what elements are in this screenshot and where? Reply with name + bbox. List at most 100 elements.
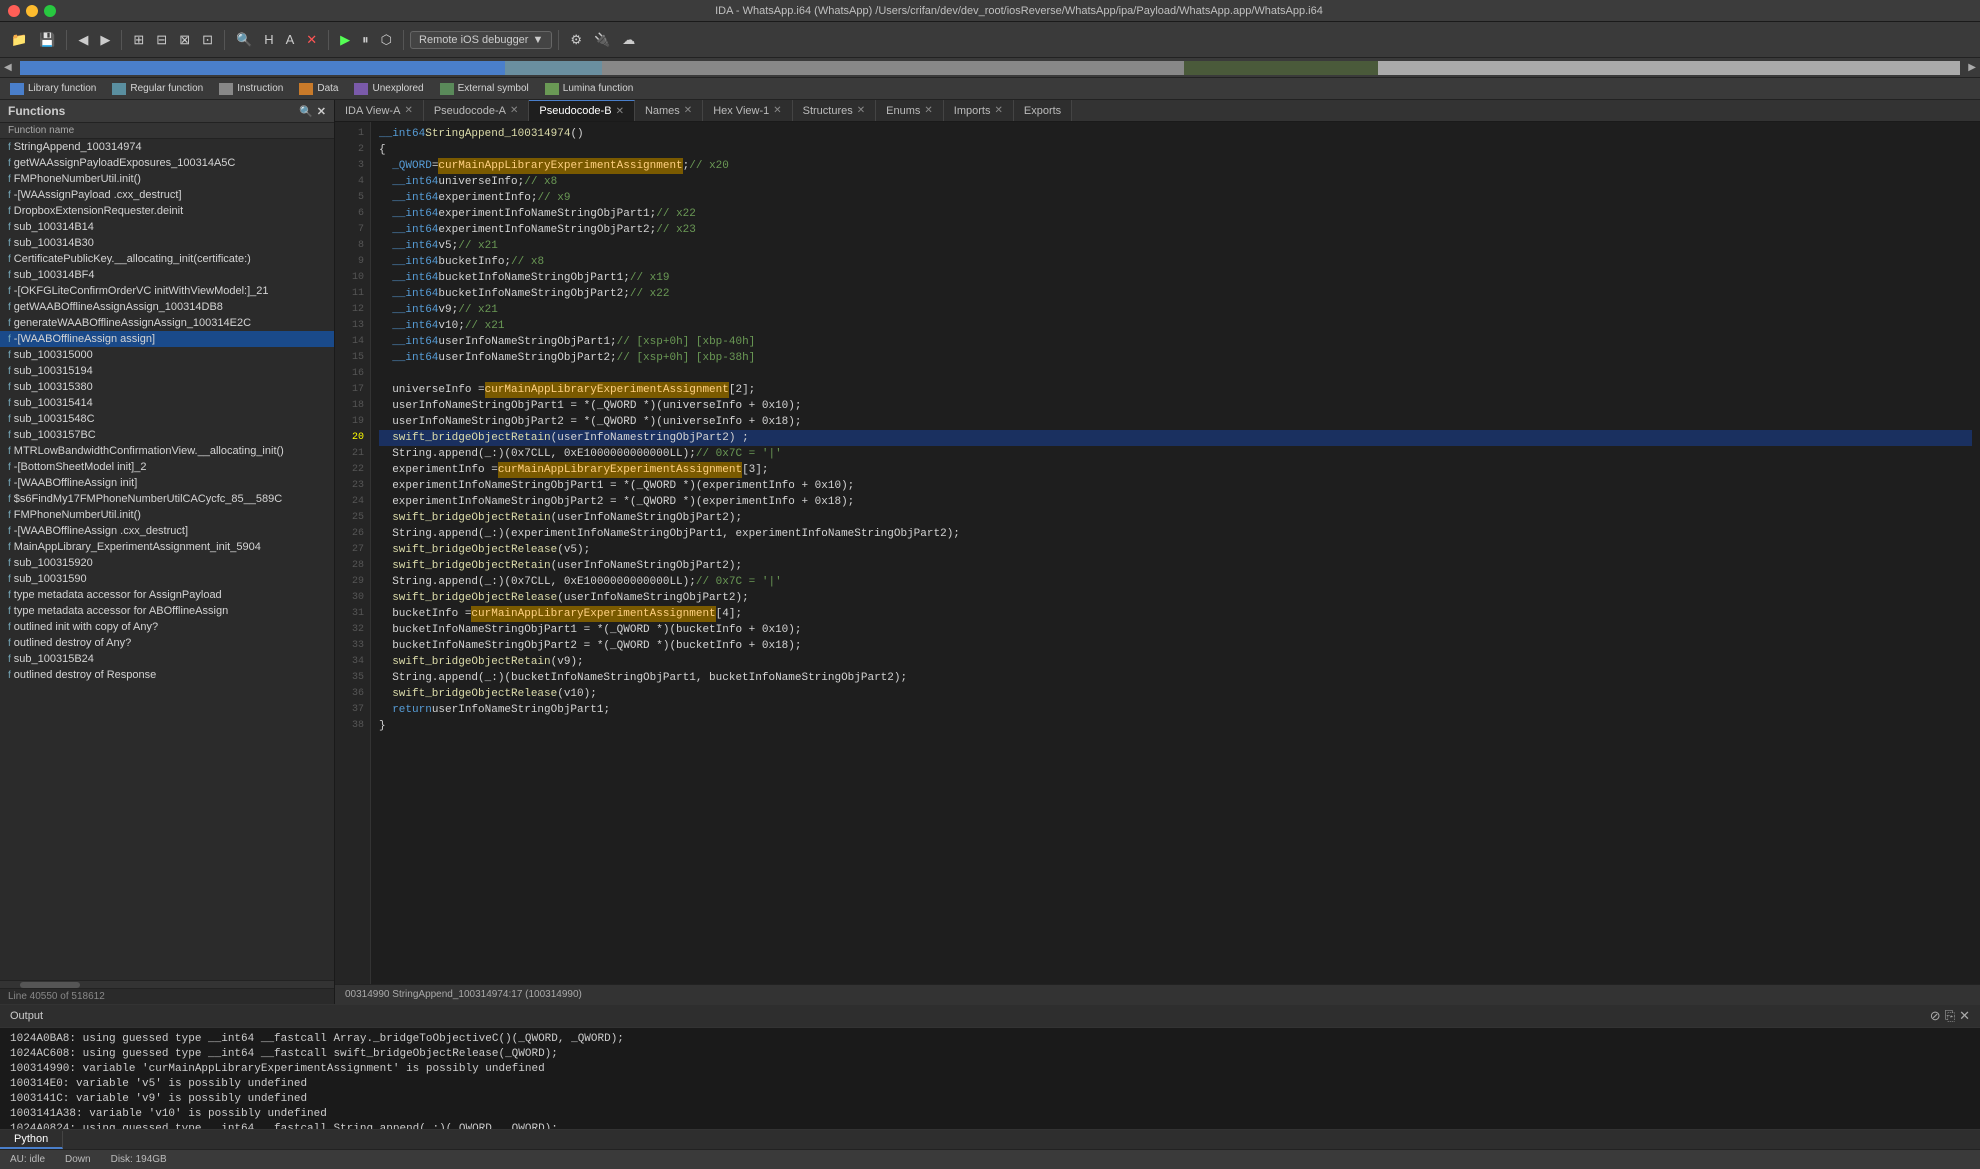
toolbar-hex-btn[interactable]: H [259,30,278,49]
sidebar-item-MTRL[interactable]: f MTRLowBandwidthConfirmationView.__allo… [0,443,334,459]
sidebar-item-sub194[interactable]: f sub_100315194 [0,363,334,379]
close-button[interactable] [8,5,20,17]
code-token: bucketInfo; [438,254,511,270]
tab-imports[interactable]: Imports ✕ [944,100,1014,121]
minimize-button[interactable] [26,5,38,17]
toolbar-file-btn[interactable]: 📁 [6,30,32,50]
fullscreen-button[interactable] [44,5,56,17]
sidebar-item-s6FindMy[interactable]: f $s6FindMy17FMPhoneNumberUtilCACycfc_85… [0,491,334,507]
toolbar-run-btn[interactable]: ▶ [335,30,355,50]
tab-close-icon[interactable]: ✕ [616,106,624,117]
tab-ida-view-a[interactable]: IDA View-A ✕ [335,100,424,121]
sidebar-item-CertPublicKey[interactable]: f CertificatePublicKey.__allocating_init… [0,251,334,267]
toolbar-plugin-btn[interactable]: 🔌 [589,30,615,50]
toolbar-btn2[interactable]: ⊟ [151,30,172,50]
functions-list[interactable]: f StringAppend_100314974 f getWAAssignPa… [0,139,334,980]
toolbar-lumina-btn[interactable]: ☁ [617,30,640,50]
toolbar-asm-btn[interactable]: A [281,30,300,49]
sidebar-item-sub7BC[interactable]: f sub_1003157BC [0,427,334,443]
line-num-17: 17 [335,382,370,398]
toolbar-btn4[interactable]: ⊡ [197,30,218,50]
sidebar-item-getWAAB[interactable]: f getWAABOfflineAssignAssign_100314DB8 [0,299,334,315]
tab-close-icon[interactable]: ✕ [773,105,781,116]
functions-search-icon[interactable]: 🔍 [299,105,313,118]
sidebar-item-WAAssignPayload[interactable]: f -[WAAssignPayload .cxx_destruct] [0,187,334,203]
tab-hex-view[interactable]: Hex View-1 ✕ [703,100,792,121]
sidebar-item-subF4[interactable]: f sub_100314BF4 [0,267,334,283]
sidebar-item-sub14[interactable]: f sub_100314B14 [0,219,334,235]
sidebar-item-type-meta-assign[interactable]: f type metadata accessor for AssignPaylo… [0,587,334,603]
tab-exports[interactable]: Exports [1014,100,1072,121]
toolbar-save-btn[interactable]: 💾 [34,30,60,50]
sidebar-item-MainAppLib[interactable]: f MainAppLibrary_ExperimentAssignment_in… [0,539,334,555]
sidebar-item-sub59F0[interactable]: f sub_10031590 [0,571,334,587]
sidebar-item-sub920[interactable]: f sub_100315920 [0,555,334,571]
toolbar-stop-btn[interactable]: ✕ [301,30,322,50]
code-token: __int64 [392,286,438,302]
sidebar-scrollthumb[interactable] [20,982,80,988]
tab-close-icon[interactable]: ✕ [684,105,692,116]
code-token: } [379,718,386,734]
toolbar-search-btn[interactable]: 🔍 [231,30,257,50]
toolbar-back-btn[interactable]: ◀ [73,30,93,50]
sidebar-item-WAABOfflineInit[interactable]: f -[WAABOfflineAssign init] [0,475,334,491]
sidebar-item-BottomSheet[interactable]: f -[BottomSheetModel init]_2 [0,459,334,475]
tab-enums[interactable]: Enums ✕ [876,100,944,121]
tab-names[interactable]: Names ✕ [635,100,703,121]
sidebar-item-outlined-destroy-response[interactable]: f outlined destroy of Response [0,667,334,683]
sidebar-item-sub414[interactable]: f sub_100315414 [0,395,334,411]
toolbar-step-btn[interactable]: ⬡ [376,30,397,50]
functions-close-icon[interactable]: ✕ [317,105,326,118]
code-content[interactable]: __int64 StringAppend_100314974() { _QWOR… [371,122,1980,984]
remote-debugger-selector[interactable]: Remote iOS debugger ▼ [410,31,552,49]
tab-pseudocode-a[interactable]: Pseudocode-A ✕ [424,100,530,121]
sidebar-item-WAABDestruct[interactable]: f -[WAABOfflineAssign .cxx_destruct] [0,523,334,539]
sidebar-item-OKFG[interactable]: f -[OKFGLiteConfirmOrderVC initWithViewM… [0,283,334,299]
output-clear-btn[interactable]: ⊘ [1930,1008,1941,1024]
toolbar-pause-btn[interactable]: ⏸ [357,30,374,50]
tab-close-icon[interactable]: ✕ [994,105,1002,116]
code-editor[interactable]: 1 2 3 4 5 6 7 8 9 10 11 12 13 14 15 16 1… [335,122,1980,984]
sidebar-item-outlined-destroy[interactable]: f outlined destroy of Any? [0,635,334,651]
tab-pseudocode-b[interactable]: Pseudocode-B ✕ [529,100,635,121]
navigation-bar-progress[interactable] [20,61,1961,75]
sidebar-item-getWAAssign[interactable]: f getWAAssignPayloadExposures_100314A5C [0,155,334,171]
sidebar-item-label: type metadata accessor for AssignPayload [14,589,222,601]
output-close-btn[interactable]: ✕ [1959,1008,1970,1024]
sidebar-item-WAABOfflineAssign[interactable]: f -[WAABOfflineAssign assign] [0,331,334,347]
toolbar-more-btn[interactable]: ⚙ [565,30,587,50]
line-num-5: 5 [335,190,370,206]
sidebar-item-FMPhone[interactable]: f FMPhoneNumberUtil.init() [0,171,334,187]
sidebar-item-sub5000[interactable]: f sub_100315000 [0,347,334,363]
code-token: // x8 [524,174,557,190]
legend-bar: Library function Regular function Instru… [0,78,1980,100]
sidebar-item-subB24[interactable]: f sub_100315B24 [0,651,334,667]
tab-structures[interactable]: Structures ✕ [793,100,877,121]
output-copy-btn[interactable]: ⎘ [1945,1008,1955,1024]
tab-close-icon[interactable]: ✕ [510,105,518,116]
navbar-left-arrow[interactable]: ◀ [4,62,12,73]
tab-close-icon[interactable]: ✕ [404,105,412,116]
toolbar-btn3[interactable]: ⊠ [174,30,195,50]
sidebar-item-genWAAB[interactable]: f generateWAABOfflineAssignAssign_100314… [0,315,334,331]
line-num-36: 36 [335,686,370,702]
bottom-tab-python[interactable]: Python [0,1131,63,1149]
sidebar-item-sub380[interactable]: f sub_100315380 [0,379,334,395]
legend-instruction: Instruction [219,83,283,95]
sidebar-item-label: MainAppLibrary_ExperimentAssignment_init… [14,541,261,553]
sidebar-item-FMPhone2[interactable]: f FMPhoneNumberUtil.init() [0,507,334,523]
toolbar-forward-btn[interactable]: ▶ [95,30,115,50]
toolbar-btn1[interactable]: ⊞ [128,30,149,50]
sidebar-item-sub48C[interactable]: f sub_10031548C [0,411,334,427]
sidebar-item-Dropbox[interactable]: f DropboxExtensionRequester.deinit [0,203,334,219]
sidebar-scrollbar[interactable] [0,980,334,988]
sidebar-item-outlined-init[interactable]: f outlined init with copy of Any? [0,619,334,635]
navbar-right-arrow[interactable]: ▶ [1964,62,1980,73]
sidebar-item-type-meta-ab[interactable]: f type metadata accessor for ABOfflineAs… [0,603,334,619]
sidebar-item-sub30[interactable]: f sub_100314B30 [0,235,334,251]
sidebar-item-StringAppend[interactable]: f StringAppend_100314974 [0,139,334,155]
tab-close-icon[interactable]: ✕ [924,105,932,116]
tab-close-icon[interactable]: ✕ [857,105,865,116]
output-content[interactable]: 1024A0BA8: using guessed type __int64 __… [0,1028,1980,1129]
status-line: AU: idle Down Disk: 194GB [0,1149,1980,1169]
